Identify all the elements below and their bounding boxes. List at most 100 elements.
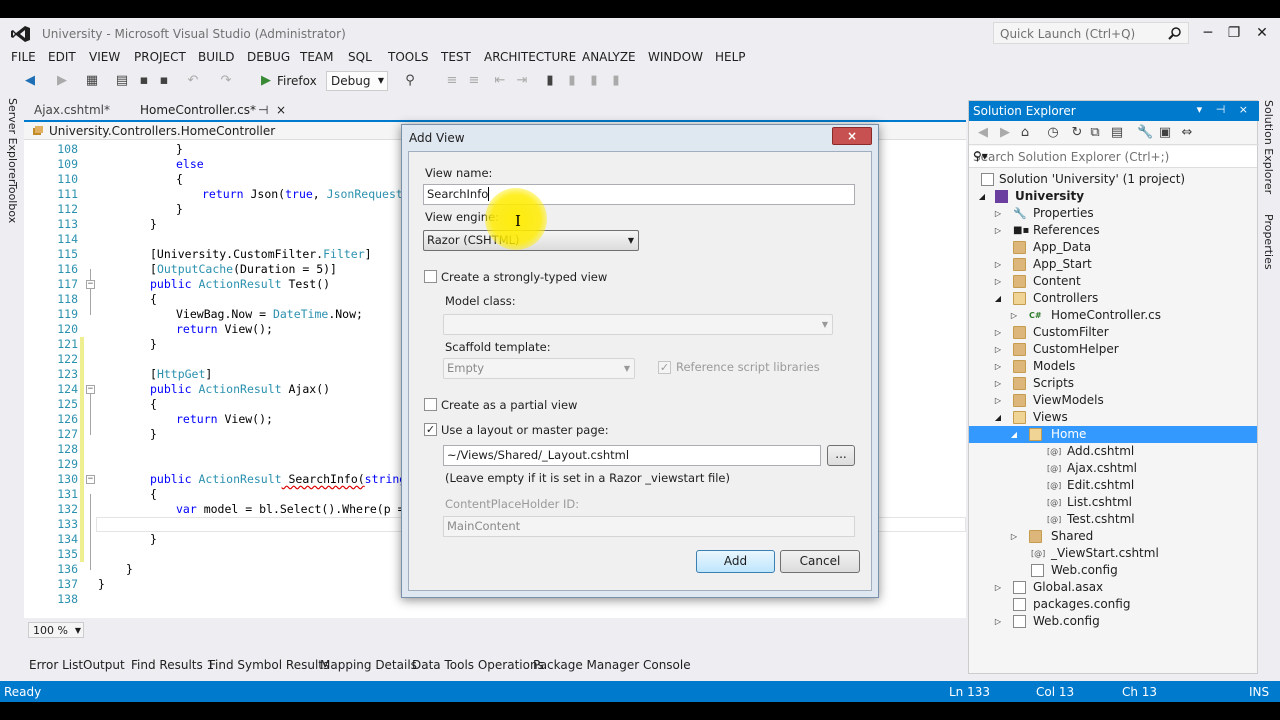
tree-item-solution[interactable]: Solution 'University' (1 project)	[969, 171, 1257, 188]
save-all-icon[interactable]: ▪	[156, 73, 172, 89]
collapse-icon[interactable]: −	[86, 475, 95, 484]
layout-path-input[interactable]: ~/Views/Shared/_Layout.cshtml	[443, 445, 821, 466]
menu-edit[interactable]: EDIT	[48, 50, 76, 64]
view-code-icon[interactable]: ⇔	[1179, 125, 1195, 141]
tree-item-viewstart[interactable]: [@] _ViewStart.cshtml	[969, 545, 1257, 562]
tree-item-custom-helper[interactable]: ▷ CustomHelper	[969, 341, 1257, 358]
tree-item-models[interactable]: ▷ Models	[969, 358, 1257, 375]
collapse-icon[interactable]: −	[86, 280, 95, 289]
menu-window[interactable]: WINDOW	[648, 50, 703, 64]
collapsed-arrow-icon[interactable]: ▷	[1009, 528, 1019, 545]
tab-data-tools-operations[interactable]: Data Tools Operations	[412, 658, 544, 672]
collapsed-arrow-icon[interactable]: ▷	[993, 613, 1003, 630]
tree-item-test-cshtml[interactable]: [@] Test.cshtml	[969, 511, 1257, 528]
collapsed-arrow-icon[interactable]: ▷	[993, 222, 1003, 239]
quick-launch-input[interactable]: Quick Launch (Ctrl+Q)	[993, 22, 1189, 44]
uncomment-icon[interactable]: ≡	[466, 73, 482, 89]
restore-icon[interactable]: ❐	[1224, 23, 1244, 43]
clear-bookmarks-icon[interactable]: ▮	[608, 73, 624, 89]
collapsed-arrow-icon[interactable]: ▷	[1009, 307, 1019, 324]
tree-item-home-controller[interactable]: ▷ C# HomeController.cs	[969, 307, 1257, 324]
menu-project[interactable]: PROJECT	[134, 50, 186, 64]
tree-item-views[interactable]: ◢ Views	[969, 409, 1257, 426]
bookmark-icon[interactable]: ▮	[542, 73, 558, 89]
close-window-icon[interactable]: ✕	[1252, 23, 1272, 43]
tab-package-manager-console[interactable]: Package Manager Console	[533, 658, 691, 672]
tree-item-properties[interactable]: ▷ 🔧 Properties	[969, 205, 1257, 222]
collapsed-arrow-icon[interactable]: ▷	[993, 579, 1003, 596]
close-tab-icon[interactable]: ×	[276, 100, 286, 120]
tree-item-ajax-cshtml[interactable]: [@] Ajax.cshtml	[969, 460, 1257, 477]
collapsed-arrow-icon[interactable]: ▷	[993, 273, 1003, 290]
prev-bookmark-icon[interactable]: ▮	[564, 73, 580, 89]
show-all-files-icon[interactable]: ▤	[1109, 125, 1125, 141]
menu-team[interactable]: TEAM	[300, 50, 333, 64]
collapsed-arrow-icon[interactable]: ▷	[993, 392, 1003, 409]
collapsed-arrow-icon[interactable]: ▷	[993, 256, 1003, 273]
tree-item-shared[interactable]: ▷ Shared	[969, 528, 1257, 545]
collapsed-arrow-icon[interactable]: ▷	[993, 205, 1003, 222]
use-layout-checkbox[interactable]: ✓	[424, 423, 437, 436]
search-icon[interactable]: ⚲▾	[973, 149, 1247, 163]
tab-output[interactable]: Output	[83, 658, 125, 672]
back-icon[interactable]: ◀	[22, 73, 38, 89]
menu-architecture[interactable]: ARCHITECTURE	[484, 50, 576, 64]
tree-item-scripts[interactable]: ▷ Scripts	[969, 375, 1257, 392]
pending-changes-icon[interactable]: ◷	[1045, 125, 1061, 141]
properties-side-tab[interactable]: Properties	[1262, 214, 1275, 270]
menu-help[interactable]: HELP	[715, 50, 746, 64]
tab-mapping-details[interactable]: Mapping Details	[320, 658, 417, 672]
tree-item-references[interactable]: ▷ ■▪ References	[969, 222, 1257, 239]
collapsed-arrow-icon[interactable]: ▷	[993, 358, 1003, 375]
view-engine-select[interactable]: Razor (CSHTML) ▼	[423, 230, 639, 251]
collapse-icon[interactable]: −	[86, 385, 95, 394]
tree-item-content[interactable]: ▷ Content	[969, 273, 1257, 290]
strongly-typed-checkbox[interactable]	[424, 270, 437, 283]
menu-debug[interactable]: DEBUG	[247, 50, 290, 64]
tree-item-global-asax[interactable]: ▷ Global.asax	[969, 579, 1257, 596]
tab-find-results-1[interactable]: Find Results 1	[131, 658, 214, 672]
new-project-icon[interactable]: ▦	[84, 73, 100, 89]
placeholder-id-input[interactable]: MainContent	[443, 516, 855, 537]
back-icon[interactable]: ◀	[975, 125, 991, 141]
browser-selector[interactable]: Firefox	[277, 71, 317, 91]
comment-icon[interactable]: ≡	[444, 73, 460, 89]
tree-item-controllers[interactable]: ◢ Controllers	[969, 290, 1257, 307]
menu-test[interactable]: TEST	[441, 50, 471, 64]
minimize-icon[interactable]: ─	[1198, 23, 1218, 43]
menu-sql[interactable]: SQL	[348, 50, 372, 64]
solution-tree[interactable]: Solution 'University' (1 project) ◢ Univ…	[969, 171, 1257, 671]
tab-error-list[interactable]: Error List	[29, 658, 83, 672]
start-debugging-icon[interactable]: ▶	[258, 73, 274, 89]
expanded-arrow-icon[interactable]: ◢	[993, 290, 1003, 307]
collapsed-arrow-icon[interactable]: ▷	[993, 341, 1003, 358]
tree-item-edit-cshtml[interactable]: [@] Edit.cshtml	[969, 477, 1257, 494]
toolbox-tab[interactable]: Toolbox	[6, 182, 19, 223]
forward-icon[interactable]: ▶	[54, 73, 70, 89]
tree-item-packages-config[interactable]: packages.config	[969, 596, 1257, 613]
redo-icon[interactable]: ↷	[218, 73, 234, 89]
tree-item-add-cshtml[interactable]: [@] Add.cshtml	[969, 443, 1257, 460]
tab-find-symbol-results[interactable]: Find Symbol Results	[209, 658, 329, 672]
save-icon[interactable]: ▪	[136, 73, 152, 89]
tree-item-view-models[interactable]: ▷ ViewModels	[969, 392, 1257, 409]
tree-item-home-folder[interactable]: ◢ Home	[969, 426, 1257, 443]
model-class-select[interactable]: ▼	[443, 314, 833, 335]
tree-item-custom-filter[interactable]: ▷ CustomFilter	[969, 324, 1257, 341]
reference-scripts-checkbox[interactable]: ✓	[658, 361, 671, 374]
collapsed-arrow-icon[interactable]: ▷	[993, 375, 1003, 392]
outdent-icon[interactable]: ⇥	[514, 73, 530, 89]
expanded-arrow-icon[interactable]: ◢	[993, 409, 1003, 426]
expanded-arrow-icon[interactable]: ◢	[977, 188, 987, 205]
tree-item-app-data[interactable]: App_Data	[969, 239, 1257, 256]
preview-icon[interactable]: ▣	[1157, 125, 1173, 141]
partial-view-checkbox[interactable]	[424, 398, 437, 411]
panel-window-buttons[interactable]: ▾ ⊣ ×	[1197, 103, 1253, 116]
indent-icon[interactable]: ⇤	[492, 73, 508, 89]
solution-explorer-side-tab[interactable]: Solution Explorer	[1262, 100, 1275, 194]
menu-build[interactable]: BUILD	[198, 50, 234, 64]
find-in-files-icon[interactable]: ⚲	[402, 73, 418, 89]
forward-icon[interactable]: ▶	[997, 125, 1013, 141]
tree-item-project[interactable]: ◢ University	[969, 188, 1257, 205]
server-explorer-tab[interactable]: Server Explorer	[6, 98, 19, 183]
